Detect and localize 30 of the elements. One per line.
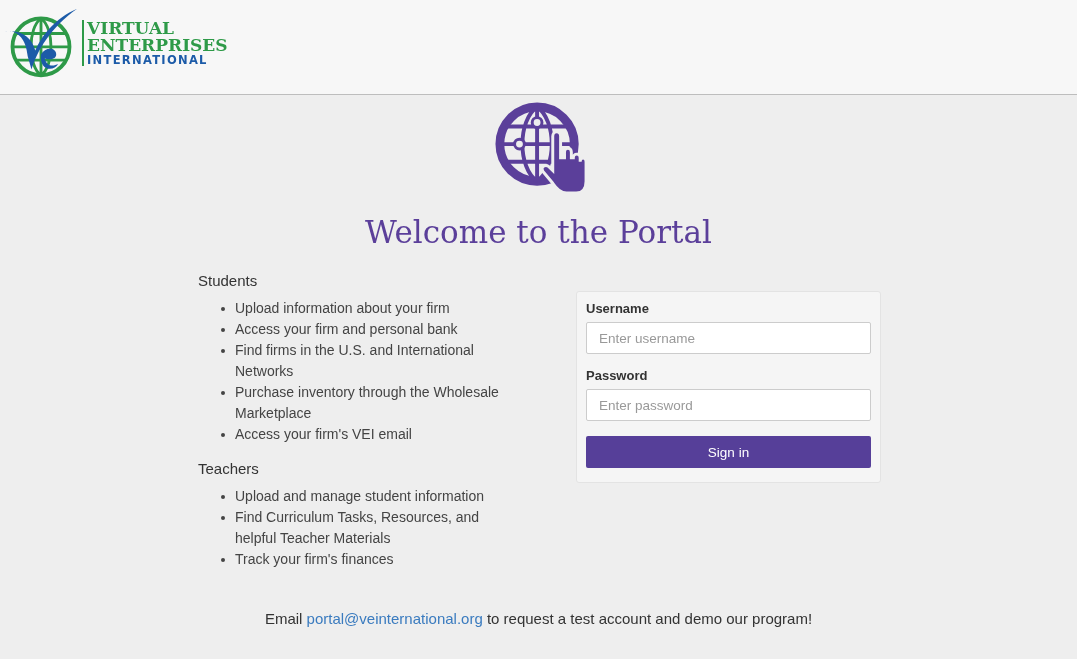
sign-in-button[interactable]: Sign in: [586, 436, 871, 469]
page-title: Welcome to the Portal: [365, 215, 712, 250]
bullet-icon: [221, 391, 225, 396]
list-item-text: Access your firm's VEI email: [235, 425, 413, 445]
bullet-icon: [221, 433, 225, 438]
list-item-text: Upload and manage student information: [235, 487, 486, 507]
bullet-icon: [221, 307, 225, 312]
list-item-text: Find firms in the U.S. and International Networks: [235, 341, 475, 382]
logo-text: INTERNATIONAL: [87, 54, 209, 67]
footer-text: Email portal@veinternational.org to request a test account and demo our program!: [264, 610, 813, 628]
section-heading: Students: [198, 271, 259, 292]
logo-text: VIRTUAL: [87, 19, 176, 37]
bullet-icon: [221, 349, 225, 354]
bullet-icon: [221, 495, 225, 500]
logo-text: ENTERPRISES: [87, 36, 228, 54]
bullet-icon: [221, 516, 225, 521]
input-field[interactable]: Enter password: [586, 389, 871, 422]
list-item-text: Upload information about your firm: [235, 299, 451, 319]
input-field[interactable]: Enter username: [586, 322, 871, 355]
bullet-icon: [221, 558, 225, 563]
email-link[interactable]: portal@veinternational.org: [306, 610, 483, 628]
globe-pointer-icon: [493, 101, 588, 195]
section-heading: Teachers: [198, 459, 260, 480]
list-item-text: Track your firm's finances: [235, 550, 395, 570]
list-item-text: Find Curriculum Tasks, Resources, and helpful Teacher Materials: [235, 508, 481, 549]
list-item-text: Purchase inventory through the Wholesale Marketplace: [235, 383, 500, 424]
field-label: Password: [586, 368, 649, 384]
bullet-icon: [221, 328, 225, 333]
field-label: Username: [586, 301, 650, 317]
list-item-text: Access your firm and personal bank: [235, 320, 459, 340]
